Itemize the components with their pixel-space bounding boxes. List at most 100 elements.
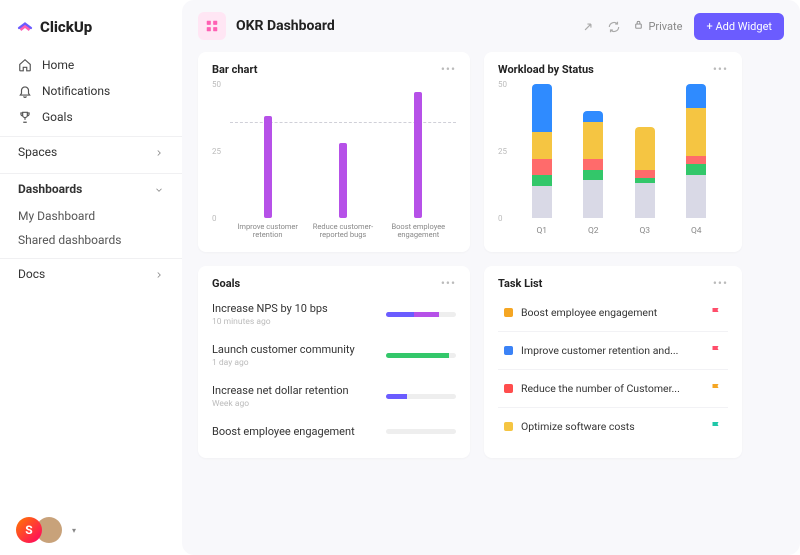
- avatar-initial: S: [16, 517, 42, 543]
- bar-segment: [583, 180, 603, 218]
- bar-segment: [532, 186, 552, 218]
- y-tick: 0: [498, 214, 503, 223]
- card-title: Workload by Status: [498, 63, 594, 76]
- task-list: Boost employee engagement Improve custome…: [498, 294, 728, 445]
- status-dot: [504, 422, 513, 431]
- private-label: Private: [648, 20, 682, 33]
- flag-icon[interactable]: [710, 379, 722, 398]
- bar-segment: [583, 170, 603, 181]
- bar-segment: [583, 159, 603, 170]
- bar: [388, 92, 448, 218]
- x-label: Boost employee engagement: [382, 223, 454, 240]
- task-title: Boost employee engagement: [521, 306, 657, 319]
- nav-label: Home: [42, 58, 74, 72]
- nav-home[interactable]: Home: [0, 52, 182, 78]
- task-item[interactable]: Improve customer retention and...: [498, 332, 728, 370]
- goal-item[interactable]: Increase net dollar retentionWeek ago: [212, 376, 456, 417]
- add-widget-button[interactable]: + Add Widget: [694, 13, 784, 40]
- task-item[interactable]: Optimize software costs: [498, 408, 728, 445]
- goal-item[interactable]: Increase NPS by 10 bps 10 minutes ago: [212, 294, 456, 335]
- bar-segment: [583, 122, 603, 160]
- goal-progress: [386, 429, 456, 434]
- goal-title: Increase NPS by 10 bps: [212, 302, 376, 315]
- sidebar-item-shared-dashboards[interactable]: Shared dashboards: [0, 228, 182, 252]
- goal-time: 10 minutes ago: [212, 317, 376, 327]
- chevron-down-icon: ▾: [72, 526, 76, 535]
- dashboard-icon: [198, 12, 226, 40]
- chevron-down-icon: [154, 184, 164, 194]
- topbar: OKR Dashboard Private + Add Widget: [198, 0, 784, 52]
- sidebar-section-docs[interactable]: Docs: [0, 258, 182, 289]
- card-bar-chart: Bar chart ••• 02550Improve customer rete…: [198, 52, 470, 252]
- goal-time: 1 day ago: [212, 358, 376, 368]
- card-menu-icon[interactable]: •••: [713, 62, 728, 76]
- bar-segment: [635, 127, 655, 170]
- bar-segment: [532, 132, 552, 159]
- card-menu-icon[interactable]: •••: [713, 276, 728, 290]
- flag-icon[interactable]: [710, 417, 722, 436]
- bar: [313, 143, 373, 218]
- bar-segment: [635, 170, 655, 178]
- bar-segment: [686, 108, 706, 156]
- status-dot: [504, 346, 513, 355]
- chevron-right-icon: [154, 147, 164, 157]
- flag-icon[interactable]: [710, 341, 722, 360]
- bar: [238, 116, 298, 218]
- bar-segment: [532, 159, 552, 175]
- card-goals: Goals ••• Increase NPS by 10 bps 10 minut…: [198, 266, 470, 458]
- bar-segment: [686, 156, 706, 164]
- section-label: Docs: [18, 267, 45, 281]
- bar-segment: [686, 164, 706, 175]
- bar-segment: [583, 111, 603, 122]
- task-title: Improve customer retention and...: [521, 344, 678, 357]
- y-tick: 50: [212, 80, 221, 89]
- goals-list: Increase NPS by 10 bps 10 minutes ago Laun…: [212, 294, 456, 446]
- trophy-icon: [18, 110, 32, 124]
- sidebar-item-my-dashboard[interactable]: My Dashboard: [0, 204, 182, 228]
- goal-title: Launch customer community: [212, 343, 376, 356]
- task-title: Reduce the number of Customer...: [521, 382, 680, 395]
- y-tick: 25: [498, 147, 507, 156]
- page-title: OKR Dashboard: [236, 18, 335, 34]
- stacked-bar: [635, 127, 655, 218]
- nav-label: Goals: [42, 110, 73, 124]
- expand-icon[interactable]: [581, 19, 595, 33]
- x-label: Q3: [633, 226, 657, 236]
- flag-icon[interactable]: [710, 303, 722, 322]
- goal-time: Week ago: [212, 399, 376, 409]
- workload-chart: 02550Q1Q2Q3Q4: [498, 80, 728, 240]
- goal-progress: [386, 312, 456, 317]
- task-item[interactable]: Reduce the number of Customer...: [498, 370, 728, 408]
- x-label: Q1: [530, 226, 554, 236]
- status-dot: [504, 308, 513, 317]
- section-label: Dashboards: [18, 182, 82, 196]
- x-label: Q2: [581, 226, 605, 236]
- stacked-bar: [532, 84, 552, 218]
- bar-chart: 02550Improve customer retentionReduce cu…: [212, 80, 456, 240]
- card-workload: Workload by Status ••• 02550Q1Q2Q3Q4: [484, 52, 742, 252]
- clickup-logo-icon: [16, 16, 34, 38]
- card-menu-icon[interactable]: •••: [441, 62, 456, 76]
- stacked-bar: [583, 111, 603, 218]
- brand-logo[interactable]: ClickUp: [0, 12, 182, 52]
- section-label: Spaces: [18, 145, 57, 159]
- y-tick: 50: [498, 80, 507, 89]
- nav-label: Notifications: [42, 84, 110, 98]
- user-switcher[interactable]: S ▾: [16, 517, 76, 543]
- sidebar-section-dashboards[interactable]: Dashboards: [0, 173, 182, 204]
- chevron-right-icon: [154, 269, 164, 279]
- visibility-private[interactable]: Private: [633, 19, 682, 33]
- card-menu-icon[interactable]: •••: [441, 276, 456, 290]
- goal-item[interactable]: Launch customer community 1 day ago: [212, 335, 456, 376]
- bar-segment: [532, 84, 552, 132]
- refresh-icon[interactable]: [607, 19, 621, 33]
- task-item[interactable]: Boost employee engagement: [498, 294, 728, 332]
- goal-title: Boost employee engagement: [212, 425, 376, 438]
- bar-segment: [532, 175, 552, 186]
- goal-item[interactable]: Boost employee engagement: [212, 417, 456, 446]
- y-tick: 25: [212, 147, 221, 156]
- nav-goals[interactable]: Goals: [0, 104, 182, 130]
- sidebar-section-spaces[interactable]: Spaces: [0, 136, 182, 167]
- nav-notifications[interactable]: Notifications: [0, 78, 182, 104]
- card-title: Goals: [212, 277, 240, 290]
